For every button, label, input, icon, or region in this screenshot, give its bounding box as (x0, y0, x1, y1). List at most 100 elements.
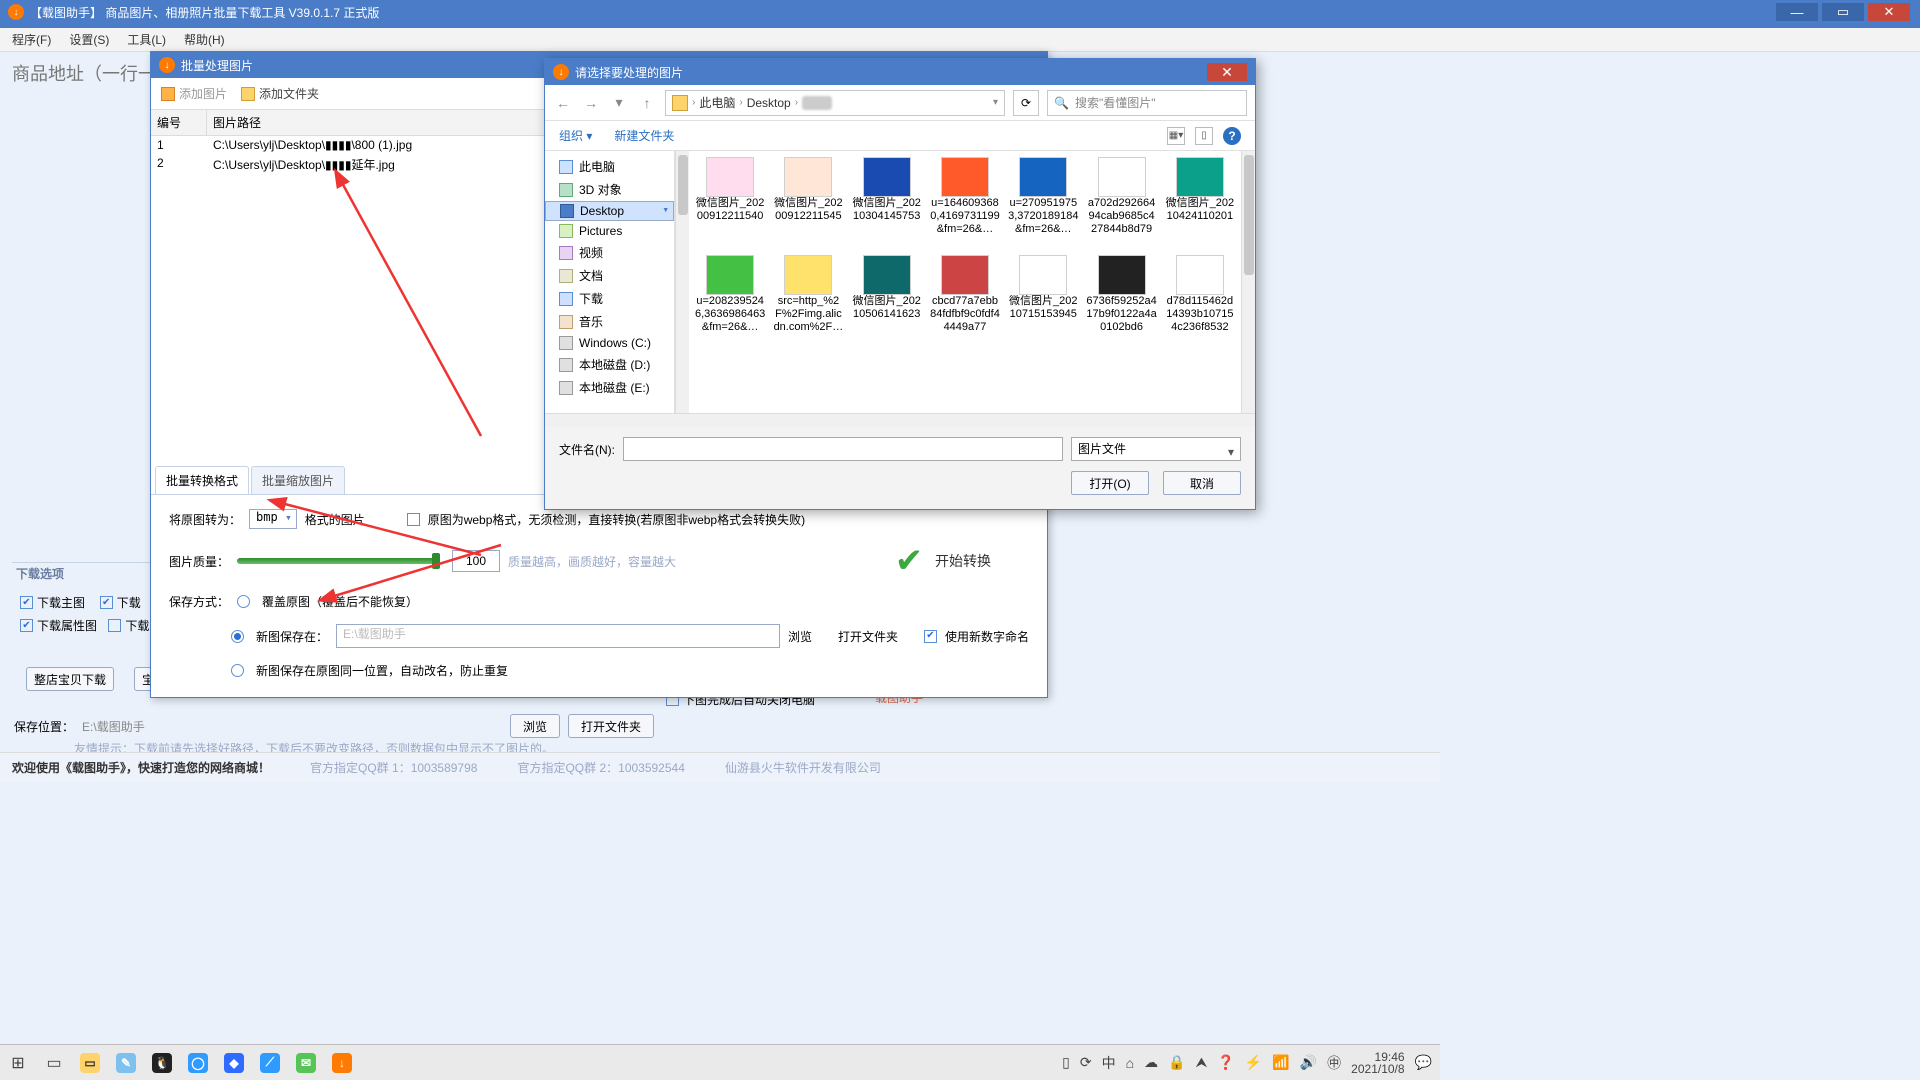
quality-slider[interactable] (237, 558, 436, 564)
wechat-icon[interactable]: ✉ (288, 1049, 324, 1077)
tree-docs[interactable]: 文档 (545, 264, 674, 287)
thumbs-scrollbar[interactable] (1241, 151, 1255, 413)
menu-settings[interactable]: 设置(S) (69, 31, 109, 48)
radio-new-location[interactable] (231, 630, 244, 643)
sound-icon[interactable]: 🔊 (1300, 1054, 1317, 1071)
organize-menu[interactable]: 组织 ▾ (559, 127, 592, 144)
radio-overwrite[interactable] (237, 595, 250, 608)
browse-button[interactable]: 浏览 (510, 714, 560, 738)
tree-desktop[interactable]: Desktop (545, 201, 674, 221)
tree-pc[interactable]: 此电脑 (545, 155, 674, 178)
current-app-icon[interactable]: ↓ (324, 1049, 360, 1077)
thumb-item[interactable]: src=http_%2F%2Fimg.alicdn.com%2F… (771, 255, 845, 347)
close-button[interactable]: ✕ (1868, 3, 1910, 21)
tray-icon[interactable]: ⚡ (1245, 1054, 1262, 1071)
open-title-bar[interactable]: ↓ 请选择要处理的图片 ✕ (545, 59, 1255, 85)
chk-c[interactable] (108, 619, 121, 632)
nav-fwd-icon[interactable]: → (581, 93, 601, 113)
tree-c[interactable]: Windows (C:) (545, 333, 674, 353)
tree-video[interactable]: 视频 (545, 241, 674, 264)
tab-format[interactable]: 批量转换格式 (155, 466, 249, 494)
wifi-icon[interactable]: 📶 (1272, 1054, 1289, 1071)
tree-d[interactable]: 本地磁盘 (D:) (545, 353, 674, 376)
tray-icon[interactable]: ❓ (1217, 1054, 1234, 1071)
thumb-item[interactable]: 微信图片_20200912211545 (771, 157, 845, 249)
tree-scrollbar[interactable] (675, 151, 689, 413)
chk-b[interactable] (100, 596, 113, 609)
radio-same-location[interactable] (231, 664, 244, 677)
cancel-button[interactable]: 取消 (1163, 471, 1241, 495)
new-folder-button[interactable]: 新建文件夹 (614, 127, 674, 144)
tree-downloads[interactable]: 下载 (545, 287, 674, 310)
tab-resize[interactable]: 批量缩放图片 (251, 466, 345, 494)
thumb-item[interactable]: 微信图片_20210304145753 (850, 157, 924, 249)
tray-icon[interactable]: ☁ (1144, 1054, 1158, 1071)
tray-icon[interactable]: ⌂ (1126, 1055, 1134, 1071)
chk-download-main[interactable] (20, 596, 33, 609)
thumb-item[interactable]: 微信图片_20210506141623 (850, 255, 924, 347)
format-select[interactable]: bmp (249, 509, 297, 529)
open-close-button[interactable]: ✕ (1207, 63, 1247, 81)
notifications-icon[interactable]: 💬 (1415, 1054, 1432, 1071)
task-view-icon[interactable]: ▭ (36, 1049, 72, 1077)
maximize-button[interactable]: ▭ (1822, 3, 1864, 21)
thumb-item[interactable]: d78d115462d14393b107154c236f8532 (1163, 255, 1237, 347)
thumb-item[interactable]: 微信图片_20210424110201 (1163, 157, 1237, 249)
minimize-button[interactable]: — (1776, 3, 1818, 21)
tree-e[interactable]: 本地磁盘 (E:) (545, 376, 674, 399)
search-input[interactable]: 🔍 搜索"看懂图片" (1047, 90, 1247, 116)
menu-tools[interactable]: 工具(L) (127, 31, 166, 48)
open-button[interactable]: 打开(O) (1071, 471, 1149, 495)
system-tray[interactable]: ▯ ⟳ 中 ⌂ ☁ 🔒 ⮝ ❓ ⚡ 📶 🔊 ㊥ 19:46 2021/10/8 … (1062, 1051, 1440, 1075)
folder-tree[interactable]: 此电脑 3D 对象 Desktop Pictures 视频 文档 下载 音乐 W… (545, 151, 675, 413)
menu-help[interactable]: 帮助(H) (184, 31, 225, 48)
tray-icon[interactable]: ⮝ (1196, 1054, 1208, 1071)
help-icon[interactable]: ? (1223, 127, 1241, 145)
btn-whole-store[interactable]: 整店宝贝下载 (26, 667, 114, 691)
clock[interactable]: 19:46 2021/10/8 (1351, 1051, 1404, 1075)
preview-pane-icon[interactable]: ▯ (1195, 127, 1213, 145)
start-button[interactable]: ⊞ (0, 1049, 36, 1077)
open-folder-button[interactable]: 打开文件夹 (838, 628, 898, 645)
browse-button[interactable]: 浏览 (788, 628, 812, 645)
breadcrumb[interactable]: › 此电脑 › Desktop › ▾ (665, 90, 1005, 116)
filetype-select[interactable]: 图片文件 (1071, 437, 1241, 461)
add-folder-button[interactable]: 添加文件夹 (241, 85, 319, 102)
chk-number-name[interactable] (924, 630, 937, 643)
tree-music[interactable]: 音乐 (545, 310, 674, 333)
tray-icon[interactable]: 中 (1102, 1053, 1116, 1073)
browser-icon[interactable]: ◯ (180, 1049, 216, 1077)
start-convert-button[interactable]: 开始转换 (935, 551, 991, 571)
view-mode-icon[interactable]: ▦▾ (1167, 127, 1185, 145)
quality-value[interactable]: 100 (452, 550, 500, 572)
chk-webp-direct[interactable] (407, 513, 420, 526)
app-icon-2[interactable]: ⟋ (252, 1049, 288, 1077)
thumb-item[interactable]: cbcd77a7ebb84fdfbf9c0fdf44449a77 (928, 255, 1002, 347)
thumb-item[interactable]: a702d29266494cab9685c427844b8d79 (1084, 157, 1158, 249)
new-path-input[interactable]: E:\载图助手 (336, 624, 780, 648)
open-folder-button[interactable]: 打开文件夹 (568, 714, 654, 738)
explorer-icon[interactable]: ▭ (72, 1049, 108, 1077)
nav-back-icon[interactable]: ← (553, 93, 573, 113)
nav-up-icon[interactable]: ↑ (637, 93, 657, 113)
tree-3d[interactable]: 3D 对象 (545, 178, 674, 201)
tree-pictures[interactable]: Pictures (545, 221, 674, 241)
refresh-button[interactable]: ⟳ (1013, 90, 1039, 116)
taskbar[interactable]: ⊞ ▭ ▭ ✎ 🐧 ◯ ◆ ⟋ ✉ ↓ ▯ ⟳ 中 ⌂ ☁ 🔒 ⮝ ❓ ⚡ 📶 … (0, 1044, 1440, 1080)
ime-icon[interactable]: ㊥ (1327, 1053, 1341, 1073)
thumb-item[interactable]: 微信图片_20210715153945 (1006, 255, 1080, 347)
thumbnail-area[interactable]: 微信图片_20200912211540微信图片_20200912211545微信… (689, 151, 1241, 413)
col-index[interactable]: 编号 (151, 110, 207, 135)
filename-input[interactable] (623, 437, 1063, 461)
thumb-item[interactable]: u=2082395246,3636986463&fm=26&… (693, 255, 767, 347)
tray-icon[interactable]: ▯ (1062, 1054, 1070, 1071)
tray-icon[interactable]: ⟳ (1080, 1054, 1092, 1071)
app-icon-1[interactable]: ◆ (216, 1049, 252, 1077)
thumb-item[interactable]: u=1646093680,4169731199&fm=26&… (928, 157, 1002, 249)
add-image-button[interactable]: 添加图片 (161, 85, 227, 102)
thumb-item[interactable]: 微信图片_20200912211540 (693, 157, 767, 249)
nav-hist-icon[interactable]: ▾ (609, 93, 629, 113)
menu-program[interactable]: 程序(F) (12, 31, 51, 48)
chk-download-attr[interactable] (20, 619, 33, 632)
qq-icon[interactable]: 🐧 (144, 1049, 180, 1077)
